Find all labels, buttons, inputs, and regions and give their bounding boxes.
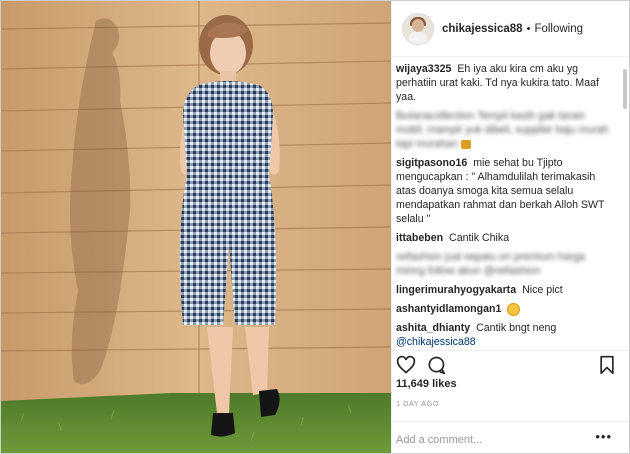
comment-item: ittabeben Cantik Chika xyxy=(396,231,616,245)
heart-icon[interactable] xyxy=(396,355,416,375)
comment-item: lingerimurahyogyakarta Nice pict xyxy=(396,283,616,297)
post-photo[interactable] xyxy=(1,1,391,453)
post-timestamp: 1 DAY AGO xyxy=(396,399,439,408)
separator-dot: • xyxy=(526,22,531,35)
comment-item: reifashion jual sepatu ori premium harga… xyxy=(396,250,616,278)
comment-item: ashantyidlamongan1 xyxy=(396,302,616,316)
add-comment-bar: ••• xyxy=(392,421,629,453)
bookmark-icon[interactable] xyxy=(598,355,616,375)
post-sidebar: chikajessica88 • Following wijaya3325 Eh… xyxy=(391,1,629,453)
post-photo-illustration xyxy=(1,1,391,453)
following-button[interactable]: Following xyxy=(534,23,583,35)
instagram-post-window: chikajessica88 • Following wijaya3325 Eh… xyxy=(0,0,630,454)
comment-item: lbulanacollection Tempil kasih gak tanan… xyxy=(396,109,616,151)
comment-item: sigitpasono16 mie sehat bu Tjipto menguc… xyxy=(396,156,616,226)
like-count[interactable]: 11,649 likes xyxy=(396,378,457,390)
more-options-icon[interactable]: ••• xyxy=(595,430,612,443)
comment-text: Cantik bngt neng xyxy=(476,322,557,334)
comment-username[interactable]: ittabeben xyxy=(396,232,443,244)
gift-emoji-icon xyxy=(460,139,471,149)
mention-link[interactable]: @chikajessica88 xyxy=(396,336,476,348)
comment-text: Cantik Chika xyxy=(449,232,510,244)
add-comment-input[interactable] xyxy=(396,434,586,446)
comments-scrollbar[interactable] xyxy=(623,69,627,109)
comment-username[interactable]: ashita_dhianty xyxy=(396,322,470,334)
comment-item: wijaya3325 Eh iya aku kira cm aku yg per… xyxy=(396,62,616,104)
post-header: chikajessica88 • Following xyxy=(392,1,629,57)
comment-username[interactable]: ashantyidlamongan1 xyxy=(396,303,501,315)
comment-username[interactable]: wijaya3325 xyxy=(396,63,451,75)
comment-text-blurred: reifashion jual sepatu ori premium harga… xyxy=(396,251,586,277)
comment-item: ashita_dhianty Cantik bngt neng @chikaje… xyxy=(396,321,616,348)
comment-list[interactable]: wijaya3325 Eh iya aku kira cm aku yg per… xyxy=(392,58,629,348)
emoji-face-icon xyxy=(507,302,521,316)
comment-text: Nice pict xyxy=(522,284,563,296)
comment-text-blurred: lbulanacollection Tempil kasih gak tanan… xyxy=(396,110,609,150)
avatar[interactable] xyxy=(402,12,434,45)
post-actions xyxy=(392,350,629,378)
comment-icon[interactable] xyxy=(426,355,446,375)
comment-username[interactable]: lingerimurahyogyakarta xyxy=(396,284,516,296)
comment-username[interactable]: sigitpasono16 xyxy=(396,157,467,169)
username-link[interactable]: chikajessica88 xyxy=(442,23,523,35)
